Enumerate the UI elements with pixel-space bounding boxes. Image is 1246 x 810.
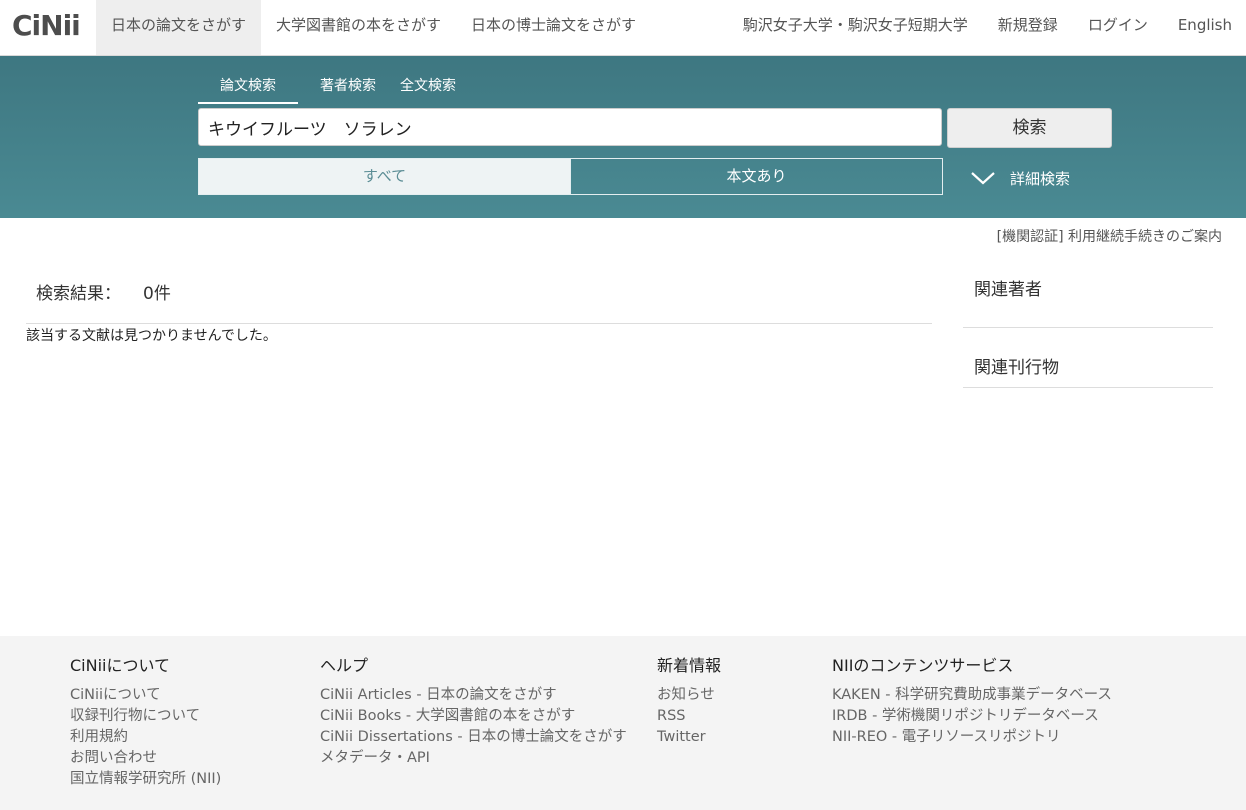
- nav-articles[interactable]: 日本の論文をさがす: [96, 0, 262, 55]
- footer-link[interactable]: CiNii Dissertations - 日本の博士論文をさがす: [320, 727, 627, 748]
- search-tabs: 論文検索 著者検索 全文検索: [198, 74, 478, 104]
- institution-auth-notice[interactable]: [機関認証] 利用継続手続きのご案内: [997, 226, 1222, 246]
- footer-link[interactable]: CiNii Books - 大学図書館の本をさがす: [320, 706, 627, 727]
- footer-link[interactable]: NII-REO - 電子リソースリポジトリ: [832, 727, 1112, 748]
- footer-about-title: CiNiiについて: [70, 656, 170, 675]
- institution-link[interactable]: 駒沢女子大学・駒沢女子短期大学: [743, 0, 968, 55]
- top-bar: CiNii 日本の論文をさがす 大学図書館の本をさがす 日本の博士論文をさがす …: [0, 0, 1246, 56]
- filter-all[interactable]: すべて: [199, 159, 570, 194]
- footer-link[interactable]: RSS: [657, 706, 721, 727]
- fulltext-filter: すべて 本文あり: [198, 158, 943, 195]
- nav-dissertations[interactable]: 日本の博士論文をさがす: [456, 0, 651, 55]
- search-panel: 論文検索 著者検索 全文検索 検索 すべて 本文あり 詳細検索: [0, 56, 1246, 218]
- advanced-search-label: 詳細検索: [1010, 169, 1071, 188]
- footer-about: CiNiiについて CiNiiについて 収録刊行物について 利用規約 お問い合わ…: [70, 655, 221, 790]
- footer-nii-services: NIIのコンテンツサービス KAKEN - 科学研究費助成事業データベース IR…: [832, 655, 1112, 748]
- footer-help: ヘルプ CiNii Articles - 日本の論文をさがす CiNii Boo…: [320, 655, 627, 769]
- search-input[interactable]: [198, 108, 942, 146]
- footer-news-title: 新着情報: [657, 656, 722, 675]
- no-results-message: 該当する文献は見つかりませんでした。: [26, 328, 277, 344]
- footer-link[interactable]: 利用規約: [70, 727, 221, 748]
- advanced-search-toggle[interactable]: 詳細検索: [970, 163, 1070, 193]
- account-nav: 駒沢女子大学・駒沢女子短期大学 新規登録 ログイン English: [743, 0, 1232, 55]
- search-button[interactable]: 検索: [947, 108, 1112, 148]
- filter-fulltext[interactable]: 本文あり: [570, 159, 942, 194]
- cinii-logo[interactable]: CiNii: [12, 9, 81, 43]
- footer-link[interactable]: Twitter: [657, 727, 721, 748]
- service-nav: 日本の論文をさがす 大学図書館の本をさがす 日本の博士論文をさがす: [96, 0, 651, 55]
- footer-link[interactable]: お知らせ: [657, 685, 721, 706]
- register-link[interactable]: 新規登録: [998, 0, 1058, 55]
- related-authors-heading: 関連著者: [963, 268, 1213, 328]
- footer-news: 新着情報 お知らせ RSS Twitter: [657, 655, 721, 748]
- footer-link[interactable]: メタデータ・API: [320, 748, 627, 769]
- result-count: 検索結果： 0件: [36, 279, 171, 304]
- chevron-down-icon: [971, 172, 995, 185]
- footer-help-title: ヘルプ: [320, 656, 369, 675]
- footer: CiNiiについて CiNiiについて 収録刊行物について 利用規約 お問い合わ…: [0, 636, 1246, 810]
- footer-link[interactable]: KAKEN - 科学研究費助成事業データベース: [832, 685, 1112, 706]
- footer-link[interactable]: 国立情報学研究所 (NII): [70, 769, 221, 790]
- footer-link[interactable]: IRDB - 学術機関リポジトリデータベース: [832, 706, 1112, 727]
- english-link[interactable]: English: [1178, 0, 1232, 55]
- footer-link[interactable]: お問い合わせ: [70, 748, 221, 769]
- footer-nii-title: NIIのコンテンツサービス: [832, 656, 1014, 675]
- footer-link[interactable]: CiNiiについて: [70, 685, 221, 706]
- login-link[interactable]: ログイン: [1088, 0, 1148, 55]
- footer-link[interactable]: CiNii Articles - 日本の論文をさがす: [320, 685, 627, 706]
- result-count-label: 検索結果：: [36, 284, 121, 304]
- divider: [26, 323, 932, 324]
- result-count-value: 0件: [143, 284, 171, 304]
- footer-link[interactable]: 収録刊行物について: [70, 706, 221, 727]
- tab-article-search[interactable]: 論文検索: [198, 74, 298, 104]
- related-publications-heading: 関連刊行物: [963, 328, 1213, 388]
- tab-fulltext-search[interactable]: 全文検索: [378, 74, 478, 102]
- related-sidebar: 関連著者 関連刊行物: [963, 268, 1213, 388]
- nav-books[interactable]: 大学図書館の本をさがす: [261, 0, 456, 55]
